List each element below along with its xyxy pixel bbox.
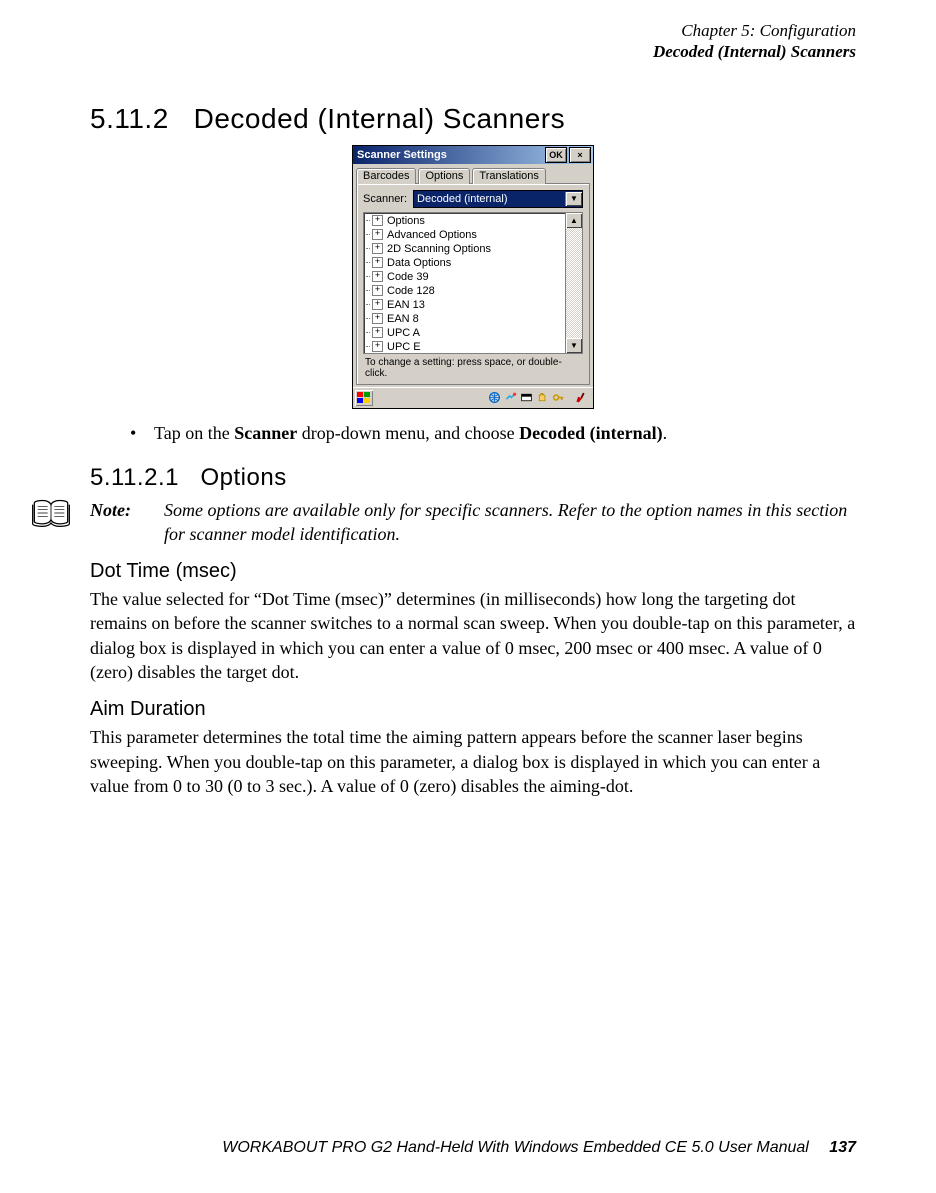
footer-manual: WORKABOUT PRO G2 Hand-Held With Windows … xyxy=(222,1139,809,1156)
tree-item[interactable]: +Options xyxy=(364,214,566,228)
globe-icon xyxy=(488,391,501,404)
scanner-settings-dialog: Scanner Settings OK × Barcodes Options T… xyxy=(352,145,594,409)
instruction-text: Tap on the Scanner drop-down menu, and c… xyxy=(154,423,856,444)
section-num: 5.11.2 xyxy=(90,103,169,134)
instruction-bullet: • Tap on the Scanner drop-down menu, and… xyxy=(130,423,856,444)
paragraph-aim-duration: This parameter determines the total time… xyxy=(90,725,856,798)
scroll-up-icon[interactable]: ▲ xyxy=(566,213,582,228)
dropdown-arrow-icon: ▼ xyxy=(565,192,582,206)
tree-scrollbar[interactable]: ▲ ▼ xyxy=(565,213,582,353)
footer-page-number: 137 xyxy=(829,1139,856,1156)
page-header: Chapter 5: Configuration Decoded (Intern… xyxy=(90,20,856,63)
tab-translations[interactable]: Translations xyxy=(472,168,546,184)
pen-icon xyxy=(574,391,587,404)
scanner-dropdown[interactable]: Decoded (internal) ▼ xyxy=(413,190,583,208)
tree-item[interactable]: +UPC A xyxy=(364,326,566,340)
tree-item[interactable]: +Code 128 xyxy=(364,284,566,298)
tree-item[interactable]: +UPC E xyxy=(364,340,566,353)
key-icon xyxy=(552,391,565,404)
system-tray xyxy=(484,390,591,406)
card-icon xyxy=(520,391,533,404)
taskbar xyxy=(353,387,593,408)
scanner-value: Decoded (internal) xyxy=(414,193,565,205)
tab-options[interactable]: Options xyxy=(418,168,470,184)
bullet-icon: • xyxy=(130,423,154,444)
tree-item[interactable]: +EAN 8 xyxy=(364,312,566,326)
heading-dot-time: Dot Time (msec) xyxy=(90,560,856,583)
note-text: Some options are available only for spec… xyxy=(164,498,856,547)
start-button[interactable] xyxy=(355,390,373,406)
page-footer: WORKABOUT PRO G2 Hand-Held With Windows … xyxy=(222,1139,856,1157)
note-label: Note: xyxy=(90,498,148,522)
paragraph-dot-time: The value selected for “Dot Time (msec)”… xyxy=(90,587,856,684)
subsection-title: Options xyxy=(200,464,286,491)
tab-barcodes[interactable]: Barcodes xyxy=(356,168,416,184)
hand-icon xyxy=(536,391,549,404)
tab-panel: Scanner: Decoded (internal) ▼ +Options +… xyxy=(356,183,590,385)
section-heading-5-11-2-1: 5.11.2.1 Options xyxy=(90,464,856,492)
settings-tree[interactable]: +Options +Advanced Options +2D Scanning … xyxy=(363,212,583,354)
header-section: Decoded (Internal) Scanners xyxy=(90,41,856,62)
heading-aim-duration: Aim Duration xyxy=(90,698,856,721)
ok-button[interactable]: OK xyxy=(545,147,567,163)
tree-item[interactable]: +2D Scanning Options xyxy=(364,242,566,256)
scroll-down-icon[interactable]: ▼ xyxy=(566,338,582,353)
section-title: Decoded (Internal) Scanners xyxy=(194,103,565,134)
section-heading-5-11-2: 5.11.2 Decoded (Internal) Scanners xyxy=(90,103,856,135)
connect-icon xyxy=(504,391,517,404)
note-block: Note: Some options are available only fo… xyxy=(30,498,856,547)
header-chapter: Chapter 5: Configuration xyxy=(90,20,856,41)
scanner-label: Scanner: xyxy=(363,193,407,205)
dialog-titlebar: Scanner Settings OK × xyxy=(353,146,593,164)
dialog-tabs: Barcodes Options Translations xyxy=(356,168,590,184)
subsection-num: 5.11.2.1 xyxy=(90,464,179,491)
book-icon xyxy=(30,498,78,534)
hint-text: To change a setting: press space, or dou… xyxy=(363,354,583,380)
tree-item[interactable]: +Code 39 xyxy=(364,270,566,284)
windows-flag-icon xyxy=(357,392,371,404)
tree-item[interactable]: +Advanced Options xyxy=(364,228,566,242)
tree-item[interactable]: +EAN 13 xyxy=(364,298,566,312)
scanner-row: Scanner: Decoded (internal) ▼ xyxy=(363,190,583,208)
dialog-title: Scanner Settings xyxy=(355,149,543,161)
tree-item[interactable]: +Data Options xyxy=(364,256,566,270)
close-button[interactable]: × xyxy=(569,147,591,163)
